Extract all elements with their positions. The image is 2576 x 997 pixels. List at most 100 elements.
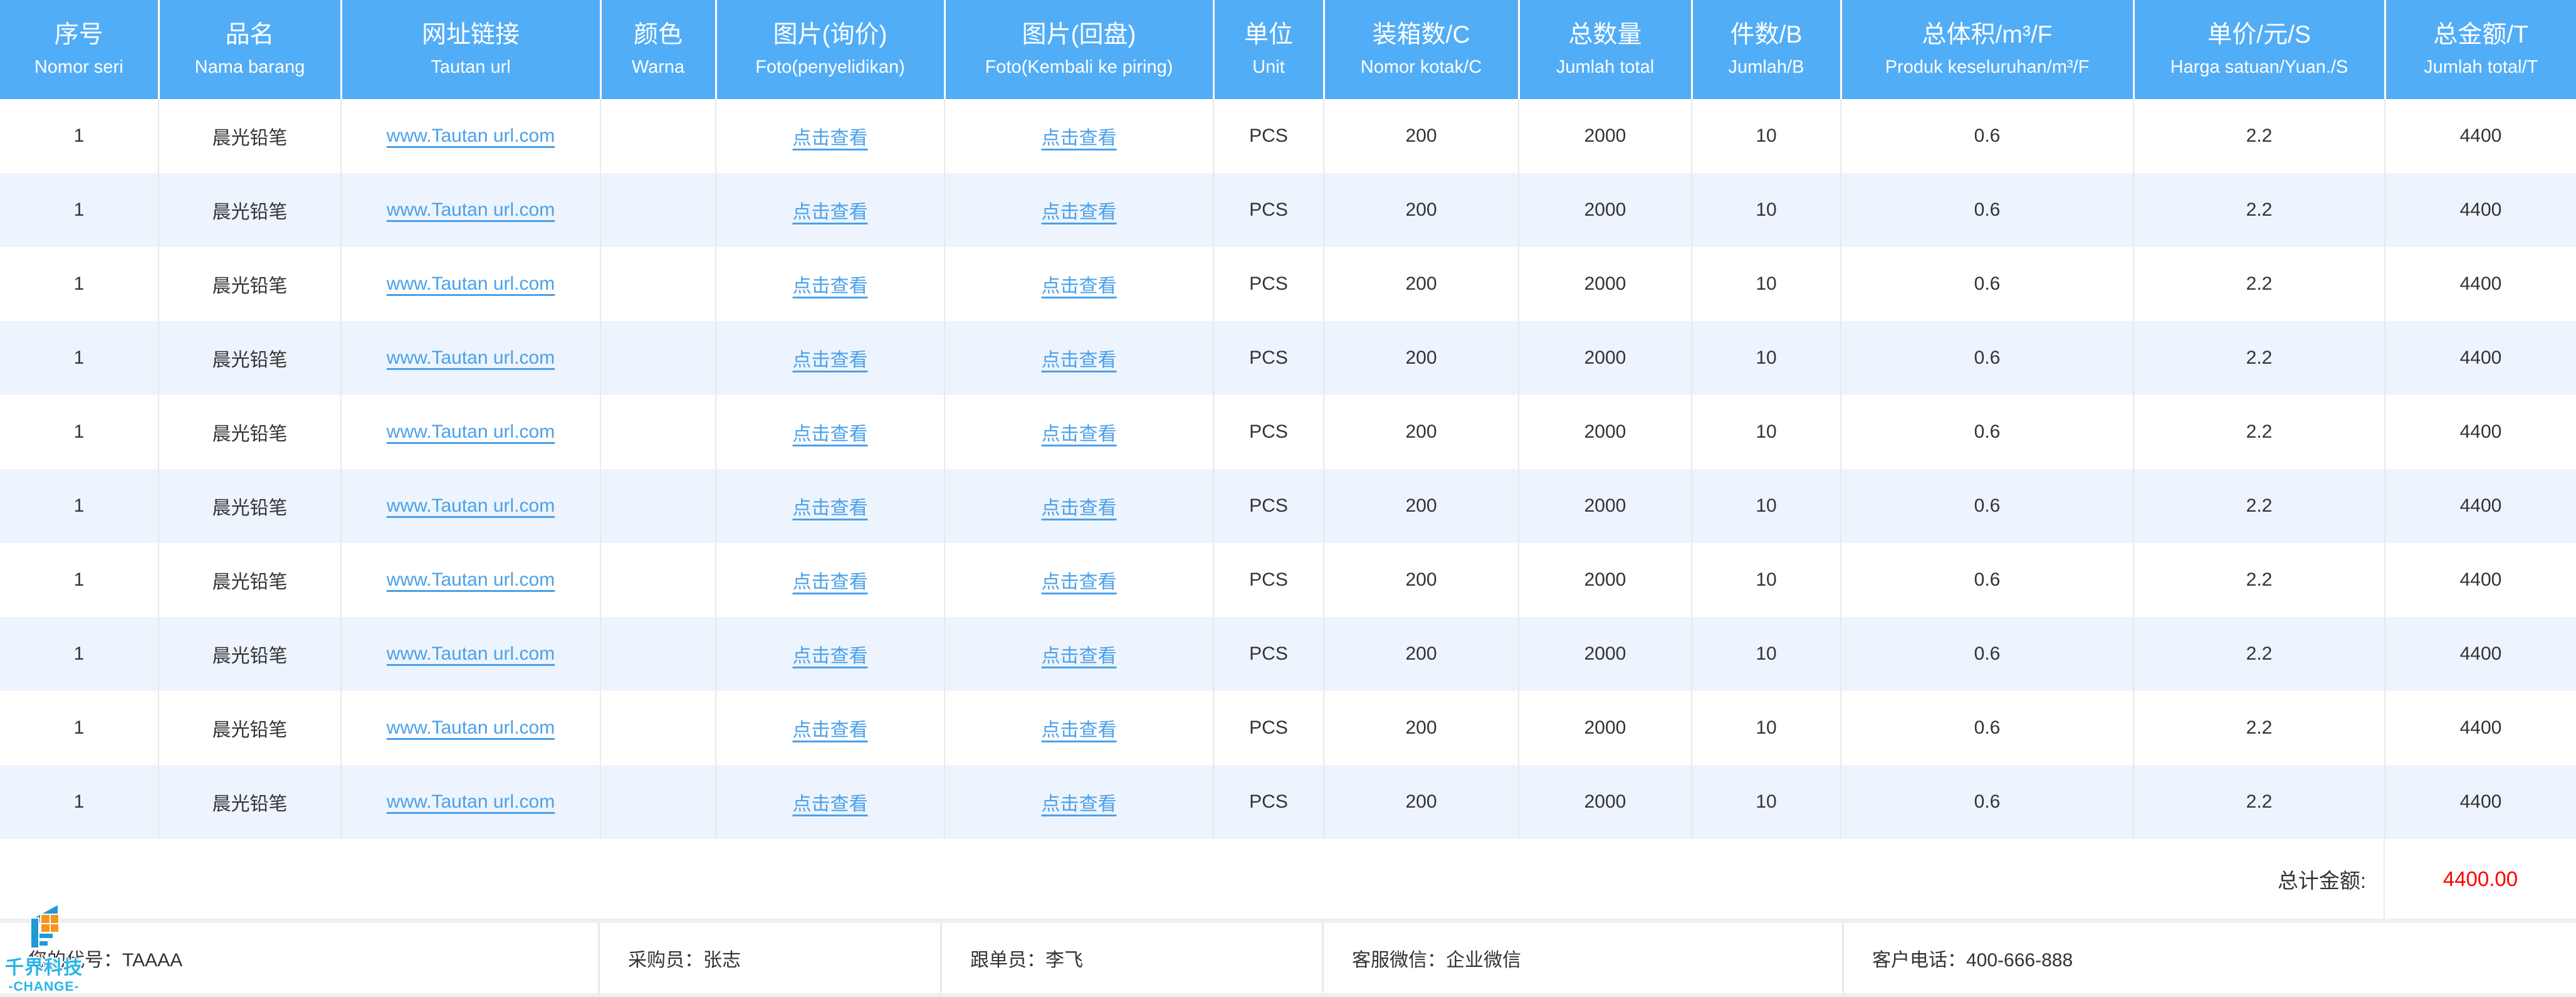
cell-color: [600, 469, 716, 543]
photo-inquiry-link[interactable]: 点击查看: [793, 572, 868, 593]
footer-cell-phone: 客户电话：400-666-888: [1844, 923, 2576, 993]
cell-url: www.Tautan url.com: [341, 173, 600, 247]
column-header-color-zh: 颜色: [602, 21, 715, 50]
cell-amount: 4400: [2385, 691, 2576, 765]
cell-color: [600, 543, 716, 617]
photo-reply-link[interactable]: 点击查看: [1042, 424, 1117, 445]
cell-unit-price: 2.2: [2134, 99, 2385, 173]
cell-total-qty: 2000: [1519, 247, 1692, 321]
cell-total-qty: 2000: [1519, 691, 1692, 765]
cell-carton-qty: 200: [1324, 321, 1519, 395]
cell-unit: PCS: [1213, 395, 1324, 469]
cell-unit: PCS: [1213, 617, 1324, 691]
url-link[interactable]: www.Tautan url.com: [387, 495, 555, 516]
cell-carton-qty: 200: [1324, 691, 1519, 765]
cell-unit: PCS: [1213, 765, 1324, 839]
url-link[interactable]: www.Tautan url.com: [387, 273, 555, 294]
table-row: 1 晨光铅笔 www.Tautan url.com 点击查看 点击查看 PCS …: [0, 543, 2576, 617]
photo-inquiry-link[interactable]: 点击查看: [793, 794, 868, 815]
column-header-unit: 单位Unit: [1213, 0, 1324, 99]
quotation-page: 序号Nomor seri 品名Nama barang 网址链接Tautan ur…: [0, 0, 2576, 997]
cell-carton-qty: 200: [1324, 765, 1519, 839]
cell-unit-price: 2.2: [2134, 173, 2385, 247]
column-header-color: 颜色Warna: [600, 0, 716, 99]
cell-product-name: 晨光铅笔: [159, 395, 341, 469]
table-row: 1 晨光铅笔 www.Tautan url.com 点击查看 点击查看 PCS …: [0, 321, 2576, 395]
cell-total-qty: 2000: [1519, 395, 1692, 469]
photo-reply-link[interactable]: 点击查看: [1042, 498, 1117, 519]
cell-photo-reply: 点击查看: [945, 395, 1213, 469]
column-header-total-qty: 总数量Jumlah total: [1519, 0, 1692, 99]
photo-reply-link[interactable]: 点击查看: [1042, 646, 1117, 667]
cell-photo-inquiry: 点击查看: [716, 99, 945, 173]
table-body: 1 晨光铅笔 www.Tautan url.com 点击查看 点击查看 PCS …: [0, 99, 2576, 839]
cell-amount: 4400: [2385, 247, 2576, 321]
column-header-volume-zh: 总体积/m³/F: [1842, 21, 2133, 50]
footer-cell-merchandiser: 跟单员：李飞: [942, 923, 1324, 993]
url-link[interactable]: www.Tautan url.com: [387, 791, 555, 812]
cell-color: [600, 247, 716, 321]
table-header: 序号Nomor seri 品名Nama barang 网址链接Tautan ur…: [0, 0, 2576, 99]
photo-inquiry-link[interactable]: 点击查看: [793, 498, 868, 519]
photo-inquiry-link[interactable]: 点击查看: [793, 350, 868, 371]
cell-amount: 4400: [2385, 765, 2576, 839]
column-header-photo-reply: 图片(回盘)Foto(Kembali ke piring): [945, 0, 1213, 99]
grand-total-row: 总计金额: 4400.00: [0, 839, 2576, 919]
cell-unit: PCS: [1213, 691, 1324, 765]
bottom-divider: [0, 993, 2576, 997]
cell-url: www.Tautan url.com: [341, 691, 600, 765]
photo-inquiry-link[interactable]: 点击查看: [793, 276, 868, 297]
photo-reply-link[interactable]: 点击查看: [1042, 202, 1117, 223]
cell-amount: 4400: [2385, 395, 2576, 469]
column-header-cartons-zh: 件数/B: [1693, 21, 1840, 50]
photo-reply-link[interactable]: 点击查看: [1042, 350, 1117, 371]
cell-total-qty: 2000: [1519, 469, 1692, 543]
cell-volume: 0.6: [1841, 321, 2134, 395]
column-header-cartons: 件数/BJumlah/B: [1692, 0, 1841, 99]
cell-photo-reply: 点击查看: [945, 765, 1213, 839]
cell-url: www.Tautan url.com: [341, 765, 600, 839]
url-link[interactable]: www.Tautan url.com: [387, 125, 555, 146]
cell-url: www.Tautan url.com: [341, 543, 600, 617]
cell-cartons: 10: [1692, 691, 1841, 765]
cell-unit-price: 2.2: [2134, 617, 2385, 691]
cell-product-name: 晨光铅笔: [159, 617, 341, 691]
cell-total-qty: 2000: [1519, 173, 1692, 247]
cell-photo-reply: 点击查看: [945, 321, 1213, 395]
cell-volume: 0.6: [1841, 469, 2134, 543]
url-link[interactable]: www.Tautan url.com: [387, 643, 555, 664]
column-header-total-qty-latin: Jumlah total: [1520, 56, 1691, 78]
photo-reply-link[interactable]: 点击查看: [1042, 572, 1117, 593]
photo-reply-link[interactable]: 点击查看: [1042, 276, 1117, 297]
column-header-carton-qty-latin: Nomor kotak/C: [1325, 56, 1518, 78]
cell-url: www.Tautan url.com: [341, 99, 600, 173]
column-header-carton-qty: 装箱数/CNomor kotak/C: [1324, 0, 1519, 99]
column-header-amount: 总金额/TJumlah total/T: [2385, 0, 2576, 99]
column-header-volume-latin: Produk keseluruhan/m³/F: [1842, 56, 2133, 78]
cell-product-name: 晨光铅笔: [159, 99, 341, 173]
photo-inquiry-link[interactable]: 点击查看: [793, 424, 868, 445]
url-link[interactable]: www.Tautan url.com: [387, 199, 555, 220]
photo-reply-link[interactable]: 点击查看: [1042, 128, 1117, 149]
photo-reply-link[interactable]: 点击查看: [1042, 720, 1117, 741]
url-link[interactable]: www.Tautan url.com: [387, 717, 555, 738]
photo-inquiry-link[interactable]: 点击查看: [793, 202, 868, 223]
photo-reply-link[interactable]: 点击查看: [1042, 794, 1117, 815]
cell-photo-inquiry: 点击查看: [716, 765, 945, 839]
column-header-url: 网址链接Tautan url: [341, 0, 600, 99]
column-header-amount-zh: 总金额/T: [2386, 21, 2576, 50]
photo-inquiry-link[interactable]: 点击查看: [793, 646, 868, 667]
table-row: 1 晨光铅笔 www.Tautan url.com 点击查看 点击查看 PCS …: [0, 173, 2576, 247]
url-link[interactable]: www.Tautan url.com: [387, 569, 555, 590]
cell-serial: 1: [0, 173, 159, 247]
url-link[interactable]: www.Tautan url.com: [387, 421, 555, 442]
cell-product-name: 晨光铅笔: [159, 321, 341, 395]
section-divider: [0, 919, 2576, 923]
column-header-unit-price-latin: Harga satuan/Yuan./S: [2135, 56, 2384, 78]
cell-volume: 0.6: [1841, 173, 2134, 247]
photo-inquiry-link[interactable]: 点击查看: [793, 128, 868, 149]
column-header-unit-latin: Unit: [1215, 56, 1323, 78]
url-link[interactable]: www.Tautan url.com: [387, 347, 555, 368]
cell-volume: 0.6: [1841, 617, 2134, 691]
photo-inquiry-link[interactable]: 点击查看: [793, 720, 868, 741]
